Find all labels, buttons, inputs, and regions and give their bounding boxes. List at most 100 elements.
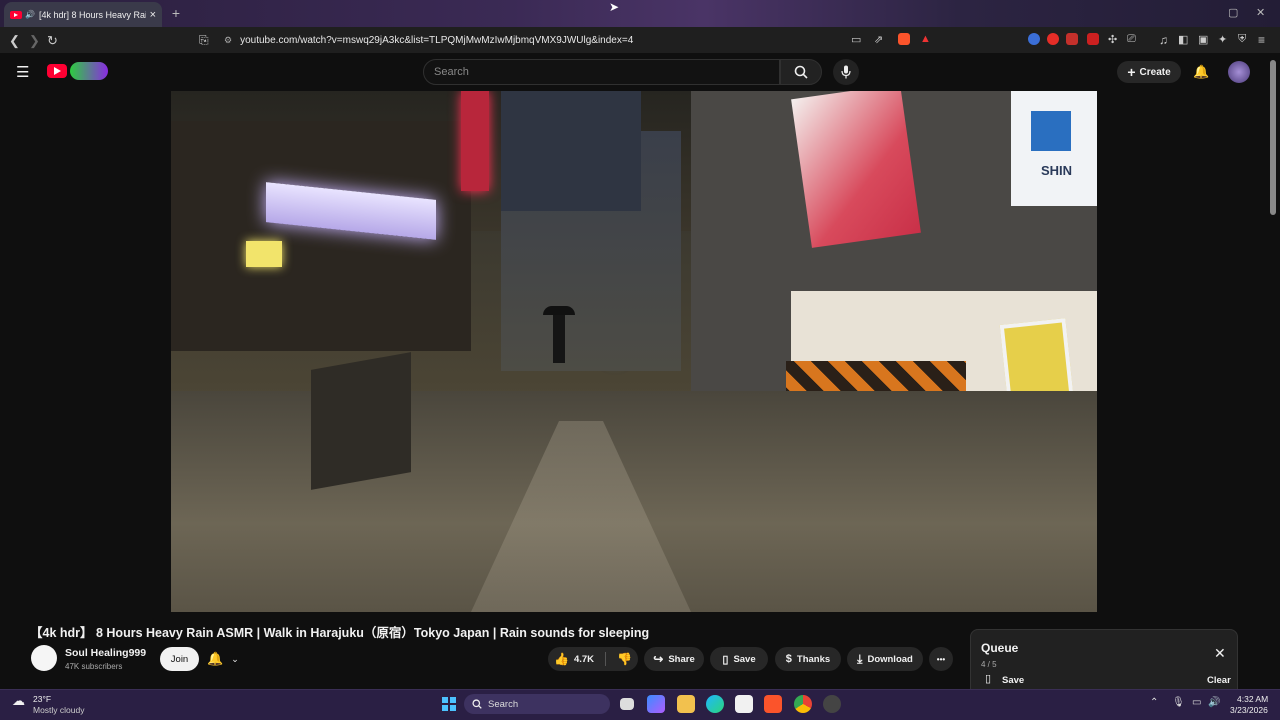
hamburger-menu-icon[interactable]: ☰ (16, 63, 29, 81)
copilot-icon[interactable] (647, 695, 665, 713)
join-button[interactable]: Join (160, 647, 199, 671)
share-label: Share (668, 653, 695, 665)
close-queue-icon[interactable]: ✕ (1214, 645, 1226, 662)
speaker-icon[interactable]: 🔊 (25, 10, 35, 19)
queue-position: 4 / 5 (981, 660, 997, 669)
taskbar-search-label: Search (488, 698, 519, 710)
extension-globe-icon[interactable] (1028, 33, 1040, 45)
subscription-bell-button[interactable]: 🔔 ⌄ (207, 647, 253, 671)
plus-icon: + (1127, 64, 1136, 80)
extension-red2-icon[interactable] (1087, 33, 1099, 45)
forward-icon[interactable]: ❯ (29, 33, 40, 49)
microphone-icon (841, 65, 851, 79)
browser-tab[interactable]: 🔊 [4k hdr] 8 Hours Heavy Rain × (4, 2, 162, 27)
save-label: Save (733, 653, 756, 665)
account-avatar[interactable] (1228, 61, 1250, 83)
voice-search-button[interactable] (833, 59, 859, 85)
queue-title: Queue (981, 641, 1019, 655)
like-icon[interactable]: 👍 (554, 652, 569, 666)
search-button[interactable] (780, 59, 822, 85)
start-menu-icon[interactable] (440, 695, 458, 713)
app-icon[interactable] (823, 695, 841, 713)
tray-chevron-icon[interactable]: ⌃ (1150, 697, 1158, 708)
notifications-bell-icon[interactable]: 🔔 (1193, 64, 1209, 80)
thanks-label: Thanks (796, 653, 831, 665)
dislike-icon[interactable]: 👎 (617, 652, 632, 666)
cast-icon[interactable]: ▭ (851, 33, 861, 46)
yellow-sign (246, 241, 282, 267)
media-icon[interactable]: ♫ (1159, 33, 1171, 47)
menu-icon[interactable]: ≡ (1258, 33, 1270, 47)
taskbar-search[interactable]: Search (464, 694, 610, 714)
clock-time[interactable]: 4:32 AM (1237, 694, 1268, 704)
leo-ai-icon[interactable]: ✦ (1218, 33, 1230, 46)
video-player[interactable]: SHIN (171, 91, 1097, 612)
brave-shield-icon[interactable] (898, 33, 910, 45)
search-icon (794, 65, 808, 79)
chrome-icon[interactable] (794, 695, 812, 713)
youtube-logo-icon[interactable] (47, 64, 67, 78)
youtube-favicon-icon (10, 10, 22, 19)
task-view-icon[interactable] (620, 698, 634, 710)
extension-red-icon[interactable] (1066, 33, 1078, 45)
rainy-sky (501, 91, 641, 211)
vpn-icon[interactable]: ⛨ (1238, 33, 1250, 45)
wallet-icon[interactable]: ▣ (1198, 33, 1210, 46)
share-page-icon[interactable]: ⇗ (874, 33, 883, 46)
download-label: Download (867, 653, 913, 665)
restore-window-icon[interactable]: ▢ (1228, 6, 1238, 19)
queue-save-icon[interactable]: ▯ (985, 672, 991, 685)
store-sign: SHIN (1011, 91, 1097, 206)
queue-clear-button[interactable]: Clear (1207, 675, 1231, 686)
thanks-icon: $ (785, 653, 792, 665)
channel-avatar[interactable] (31, 645, 57, 671)
address-bar[interactable]: ⚙ youtube.com/watch?v=mswq29jA3kc&list=T… (190, 30, 940, 50)
sign-text: SHIN (1041, 163, 1073, 178)
share-icon: ↪ (653, 652, 664, 666)
doodle-logo-icon[interactable] (70, 62, 108, 80)
sign-logo-icon (1031, 111, 1071, 151)
tab-close-button[interactable]: × (150, 9, 156, 21)
network-icon[interactable]: ▭ (1192, 697, 1201, 708)
like-dislike-group: 👍 4.7K 👎 (548, 647, 638, 671)
subscriber-count: 47K subscribers (65, 662, 123, 671)
share-button[interactable]: ↪ Share (644, 647, 704, 671)
weather-temp[interactable]: 23°F (33, 694, 51, 704)
sidebar-icon[interactable]: ◧ (1178, 33, 1190, 46)
more-actions-button[interactable]: ••• (929, 647, 953, 671)
close-window-icon[interactable]: ✕ (1256, 6, 1265, 19)
back-icon[interactable]: ❮ (9, 33, 20, 49)
search-input[interactable]: Search (423, 59, 780, 85)
edge-icon[interactable] (706, 695, 724, 713)
queue-panel: Queue 4 / 5 ✕ ▯ Save Clear (970, 629, 1238, 691)
browser-tab-strip (0, 0, 1280, 27)
volume-icon[interactable]: 🔊 (1208, 697, 1220, 708)
mouse-cursor-icon: ➤ (609, 0, 620, 14)
page-scrollbar[interactable] (1270, 60, 1276, 215)
reload-icon[interactable]: ↻ (47, 33, 58, 49)
microphone-tray-icon[interactable]: 🎙 (1172, 697, 1185, 708)
bell-icon: 🔔 (207, 651, 224, 666)
brave-icon[interactable] (764, 695, 782, 713)
create-button[interactable]: + Create (1117, 61, 1181, 83)
extensions-icon[interactable]: ✣ (1108, 33, 1120, 46)
pedestrian (553, 313, 565, 363)
new-tab-button[interactable]: + (168, 6, 184, 22)
save-button[interactable]: ▯ Save (710, 647, 768, 671)
screenshot-icon[interactable]: ⎚ (1127, 33, 1139, 45)
channel-name[interactable]: Soul Healing999 (65, 647, 146, 659)
download-button[interactable]: ⤓ Download (847, 647, 923, 671)
site-info-icon[interactable]: ⚙ (224, 35, 232, 46)
like-count[interactable]: 4.7K (574, 654, 594, 665)
queue-save-button[interactable]: Save (1002, 675, 1024, 686)
clock-date[interactable]: 3/23/2026 (1230, 705, 1268, 715)
tab-title: [4k hdr] 8 Hours Heavy Rain (38, 9, 146, 20)
weather-icon[interactable]: ☁ (12, 693, 25, 709)
thanks-button[interactable]: $ Thanks (775, 647, 841, 671)
extension-youtube-icon[interactable] (1047, 33, 1059, 45)
rewards-icon[interactable]: ▲ (920, 33, 932, 45)
download-icon: ⤓ (857, 651, 863, 666)
weather-desc[interactable]: Mostly cloudy (33, 705, 85, 715)
store-icon[interactable] (735, 695, 753, 713)
file-explorer-icon[interactable] (677, 695, 695, 713)
